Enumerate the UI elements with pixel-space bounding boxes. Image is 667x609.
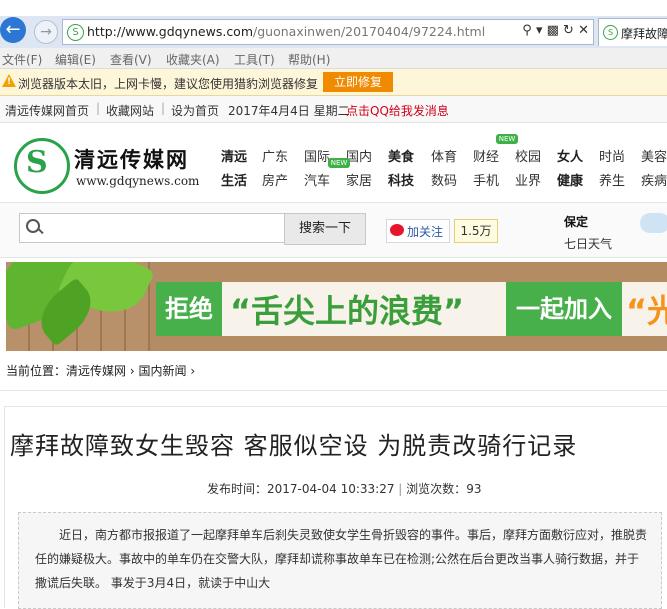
nav-item[interactable]: 美容 (641, 146, 667, 165)
menu-favorites[interactable]: 收藏夹(A) (166, 51, 220, 68)
nav-item[interactable]: 生活 (221, 170, 247, 189)
nav-item[interactable]: 女人 (557, 146, 583, 165)
refresh-icon[interactable]: ↻ (563, 23, 574, 38)
menu-view[interactable]: 查看(V) (110, 51, 152, 68)
browser-warning-bar: ! 浏览器版本太旧，上网卡慢，建议您使用猎豹浏览器修复 立即修复 (0, 69, 667, 96)
search-button[interactable]: 搜索一下 (284, 213, 366, 245)
tab-title: 摩拜故障 (621, 27, 667, 41)
menu-tools[interactable]: 工具(T) (234, 51, 275, 68)
breadcrumb-label: 当前位置： (6, 364, 67, 378)
search-bar: 搜索一下 加关注 1.5万 保定 七日天气 (0, 202, 667, 258)
nav-item[interactable]: 科技 (388, 170, 414, 189)
article-meta: 发布时间：2017-04-04 10:33:27 | 浏览次数：93 (207, 480, 481, 497)
banner[interactable]: 拒绝 “舌尖上的浪费” 一起加入 “光 (6, 262, 667, 351)
search-icon-handle (37, 227, 44, 235)
new-badge: NEW (328, 158, 350, 168)
new-badge: NEW (496, 134, 518, 144)
logo-mark: S (26, 145, 48, 180)
follower-count: 1.5万 (454, 219, 498, 243)
weather-city: 保定 (564, 215, 589, 229)
nav-item[interactable]: 房产 (262, 170, 288, 189)
nav-item[interactable]: 体育 (431, 146, 457, 165)
article-summary: 近日，南方都市报报道了一起摩拜单车后刹失灵致使女学生骨折毁容的事件。事后，摩拜方… (18, 512, 662, 609)
current-date: 2017年4月4日 星期二 (228, 104, 350, 118)
views-label: 浏览次数： (406, 482, 467, 496)
menu-bar: 文件(F) 编辑(E) 查看(V) 收藏夹(A) 工具(T) 帮助(H) (0, 48, 667, 69)
tab-favicon-icon: S (603, 25, 618, 40)
close-icon[interactable]: ✕ (578, 23, 589, 38)
cloud-icon (640, 213, 667, 233)
weibo-follow-button[interactable]: 加关注 (386, 219, 450, 243)
banner-guang: “光 (626, 292, 667, 330)
nav-item[interactable]: 校园 (515, 146, 541, 165)
breadcrumb: 当前位置：清远传媒网 › 国内新闻 › (6, 362, 195, 379)
nav-item[interactable]: 汽车 (304, 170, 330, 189)
nav-item[interactable]: 疾病 (641, 170, 667, 189)
breadcrumb-section[interactable]: 国内新闻 (139, 364, 187, 378)
divider (0, 390, 667, 391)
site-domain: www.gdqynews.com (76, 174, 200, 188)
url-path: /guonaxinwen/20170404/97224.html (253, 24, 486, 39)
site-name: 清远传媒网 (74, 147, 189, 172)
url-actions: ⚲ ▾ ▩ ↻ ✕ (522, 23, 589, 38)
view-count: 93 (466, 482, 482, 496)
browser-tab[interactable]: S 摩拜故障 (598, 18, 667, 46)
nav-item[interactable]: 家居 (346, 170, 372, 189)
url-field[interactable]: S http://www.gdqynews.com/guonaxinwen/20… (62, 19, 594, 45)
banner-refuse: 拒绝 (156, 282, 222, 336)
article-summary-text: 近日，南方都市报报道了一起摩拜单车后刹失灵致使女学生骨折毁容的事件。事后，摩拜方… (35, 528, 648, 590)
nav-item[interactable]: 清远 (221, 146, 247, 165)
back-button[interactable]: ← (0, 17, 26, 43)
home-link[interactable]: 清远传媒网首页 (5, 102, 89, 119)
nav-item[interactable]: 国际 (304, 146, 330, 165)
nav-item[interactable]: 广东 (262, 146, 288, 165)
top-links-bar: 清远传媒网首页 | 收藏网站 | 设为首页 2017年4月4日 星期二 点击QQ… (0, 96, 667, 123)
weather-link[interactable]: 七日天气 (564, 235, 612, 252)
publish-label: 发布时间： (207, 482, 268, 496)
forward-button[interactable]: → (34, 20, 58, 44)
set-home-link[interactable]: 设为首页 (171, 102, 219, 119)
menu-help[interactable]: 帮助(H) (288, 51, 330, 68)
nav-item[interactable]: 时尚 (599, 146, 625, 165)
menu-file[interactable]: 文件(F) (2, 51, 42, 68)
banner-join: 一起加入 (506, 282, 622, 336)
banner-slogan: “舌尖上的浪费” (230, 292, 465, 330)
separator: | (96, 101, 101, 115)
nav-item[interactable]: 养生 (599, 170, 625, 189)
nav-item[interactable]: 业界 (515, 170, 541, 189)
favorite-link[interactable]: 收藏网站 (106, 102, 154, 119)
url-text: http://www.gdqynews.com/guonaxinwen/2017… (87, 24, 485, 39)
menu-edit[interactable]: 编辑(E) (55, 51, 96, 68)
qq-message-link[interactable]: 点击QQ给我发消息 (346, 102, 449, 119)
breadcrumb-site[interactable]: 清远传媒网 (66, 364, 126, 378)
chevron-down-icon[interactable]: ▾ (536, 23, 543, 38)
weibo-icon (390, 224, 404, 236)
nav-item[interactable]: 财经 (473, 146, 499, 165)
warning-exclamation: ! (7, 77, 12, 87)
compat-icon[interactable]: ▩ (547, 23, 559, 38)
chevron-right-icon: › (129, 364, 135, 378)
search-icon (26, 219, 40, 233)
site-favicon-icon: S (67, 24, 84, 41)
repair-button[interactable]: 立即修复 (323, 72, 393, 92)
warning-text: 浏览器版本太旧，上网卡慢，建议您使用猎豹浏览器修复 (18, 77, 319, 91)
chevron-right-icon: › (190, 364, 196, 378)
search-icon[interactable]: ⚲ (522, 23, 532, 38)
nav-item[interactable]: 健康 (557, 170, 583, 189)
separator: | (161, 101, 166, 115)
nav-item[interactable]: 手机 (473, 170, 499, 189)
url-host: http://www.gdqynews.com (87, 24, 254, 39)
article-title: 摩拜故障致女生毁容 客服似空设 为脱责改骑行记录 (10, 432, 578, 460)
search-input[interactable] (19, 213, 285, 243)
weibo-follow-label: 加关注 (407, 225, 444, 239)
publish-time: 2017-04-04 10:33:27 (267, 482, 395, 496)
separator: | (398, 482, 403, 496)
nav-item[interactable]: 数码 (431, 170, 457, 189)
site-logo-icon[interactable]: S (14, 138, 70, 194)
nav-item[interactable]: 美食 (388, 146, 414, 165)
